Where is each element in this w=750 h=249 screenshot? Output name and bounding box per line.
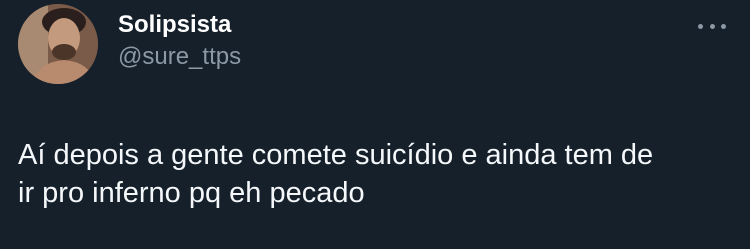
- more-options-icon[interactable]: [698, 18, 726, 34]
- more-dot: [721, 23, 726, 29]
- user-handle[interactable]: @sure_ttps: [118, 42, 241, 72]
- profile-photo-icon: [18, 4, 98, 84]
- author-info: Solipsista @sure_ttps: [118, 10, 241, 72]
- more-dot: [709, 23, 715, 29]
- tweet-card: Solipsista @sure_ttps Aí depois a gente …: [0, 0, 750, 249]
- tweet-text: Aí depois a gente comete suicídio e aind…: [18, 139, 654, 209]
- avatar[interactable]: [18, 4, 98, 84]
- more-dot: [698, 23, 703, 29]
- display-name[interactable]: Solipsista: [118, 10, 241, 40]
